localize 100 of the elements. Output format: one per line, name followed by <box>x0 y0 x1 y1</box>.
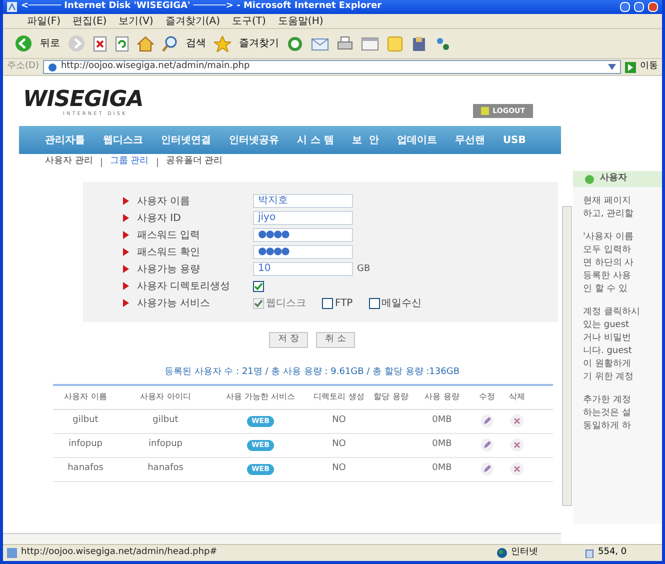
table-cell-text: hanafos <box>146 462 184 476</box>
table-cell-text: NO <box>331 462 347 476</box>
close-button[interactable] <box>648 2 658 12</box>
help-text: 있는 guest <box>583 319 630 332</box>
nav-item[interactable]: 웹디스크 <box>103 132 143 148</box>
table-cell-text: gilbut <box>152 414 180 428</box>
search-icon[interactable] <box>162 36 178 52</box>
checkbox[interactable] <box>253 280 264 292</box>
page-icon <box>7 548 17 558</box>
menu-item[interactable]: 파일(F) <box>27 14 61 28</box>
vertical-scrollbar[interactable] <box>562 206 572 506</box>
save-button[interactable]: 저 장 <box>269 332 308 348</box>
field-label: 사용자 ID <box>137 212 182 226</box>
checkbox[interactable] <box>322 298 333 308</box>
pencil-icon[interactable] <box>480 438 494 452</box>
nav-item[interactable]: 보 안 <box>352 132 379 148</box>
back-label[interactable]: 뒤로 <box>40 36 60 51</box>
go-label[interactable]: 이동 <box>640 60 658 74</box>
horizontal-scrollbar[interactable] <box>3 533 561 544</box>
field-label: 사용자 이름 <box>137 194 192 208</box>
summary-text: 등록된 사용자 수 : 21명 / 총 사용 용량 : 9.61GB / 총 할당 용량 :136GB <box>164 366 460 379</box>
menu-item[interactable]: 도움말(H) <box>278 14 324 28</box>
column-header: 삭제 <box>508 391 526 403</box>
option-label: FTP <box>335 296 353 310</box>
pencil-icon[interactable] <box>480 414 494 428</box>
dropdown-icon[interactable] <box>608 64 616 70</box>
help-text: 등록한 사용 <box>583 270 632 283</box>
network-icon[interactable] <box>435 36 451 52</box>
table-cell-text: 0MB <box>431 414 453 428</box>
pencil-icon[interactable] <box>480 462 494 476</box>
bullet-icon <box>123 231 129 239</box>
nav-item[interactable]: 무선랜 <box>454 132 485 148</box>
menu-item[interactable]: 도구(T) <box>232 14 266 28</box>
minimize-button[interactable] <box>620 2 630 12</box>
help-text: 니다. guest <box>583 345 633 358</box>
status-url: http://oojoo.wisegiga.net/admin/head.php# <box>21 546 218 560</box>
nav-item[interactable]: 인터넷연결 <box>161 132 211 148</box>
stop-icon[interactable] <box>93 36 107 52</box>
column-header: 디렉토리 생성 <box>312 391 366 403</box>
help-text: 하고, 관리할 <box>583 208 635 221</box>
nav-item[interactable]: USB <box>502 132 526 148</box>
maximize-button[interactable] <box>634 2 644 12</box>
menu-item[interactable]: 즐겨찾기(A) <box>165 14 220 28</box>
delete-icon[interactable] <box>510 462 524 476</box>
input-field[interactable]: ●●●● <box>253 245 353 259</box>
home-icon[interactable] <box>137 36 154 52</box>
help-text: 거나 비밀번 <box>583 332 632 345</box>
refresh-icon[interactable] <box>115 36 129 52</box>
address-field[interactable]: http://oojoo.wisegiga.net/admin/main.php <box>42 60 621 74</box>
help-text: '사용자 이름 <box>583 231 634 244</box>
sub-nav-link[interactable]: 그룹 관리 <box>110 155 149 169</box>
table-cell-text: hanafos <box>66 462 104 476</box>
note-icon[interactable] <box>387 36 403 52</box>
checkbox[interactable] <box>368 298 380 308</box>
table-cell-text: 0MB <box>431 462 453 476</box>
window-title: <────── Internet Disk 'WISEGIGA' ──────> - Microsoft Internet Explorer <box>21 0 382 14</box>
menu-item[interactable]: 보기(V) <box>118 14 154 28</box>
field-label: 사용가능 용량 <box>137 262 202 276</box>
field-label: 사용가능 서비스 <box>137 296 212 310</box>
input-field[interactable]: jiyo <box>253 211 353 225</box>
input-field[interactable]: 박지호 <box>253 194 353 208</box>
favorites-label[interactable]: 즐겨찾기 <box>239 36 279 51</box>
help-text: 계정 클릭하시 <box>583 306 641 319</box>
nav-item[interactable]: 시 스 템 <box>297 132 334 148</box>
bullet-icon <box>123 248 129 256</box>
delete-icon[interactable] <box>510 414 524 428</box>
delete-icon[interactable] <box>510 438 524 452</box>
star-icon[interactable] <box>214 36 231 52</box>
bullet-icon <box>123 265 129 273</box>
help-text: 현재 페이지 <box>583 195 632 208</box>
input-field[interactable]: ●●●● <box>253 228 353 242</box>
nav-item[interactable]: 인터넷공유 <box>229 132 279 148</box>
input-field[interactable]: 10 <box>253 262 353 276</box>
go-icon[interactable] <box>625 62 636 72</box>
status-count: 554, 0 <box>598 546 628 560</box>
column-header: 사용 용량 <box>424 391 460 403</box>
logo: WISEGIGA <box>23 88 144 110</box>
printer-icon[interactable] <box>337 36 353 52</box>
help-text: 동일하게 하 <box>583 420 632 433</box>
zone-label: 인터넷 <box>511 546 539 560</box>
sub-nav-link[interactable]: 사용자 관리 <box>45 155 93 169</box>
window-icon[interactable] <box>361 36 379 52</box>
search-label[interactable]: 검색 <box>186 36 206 51</box>
menu-item[interactable]: 편집(E) <box>72 14 107 28</box>
history-icon[interactable] <box>287 36 303 52</box>
nav-item[interactable]: 관리자툴 <box>45 132 85 148</box>
option-label: 웹디스크 <box>266 296 306 310</box>
address-text: http://oojoo.wisegiga.net/admin/main.php <box>60 60 250 74</box>
info-icon <box>585 174 594 184</box>
nav-item[interactable]: 업데이트 <box>396 132 437 148</box>
table-cell-text: gilbut <box>72 414 100 428</box>
help-text: 인 할 수 있 <box>583 283 629 296</box>
sub-nav-link[interactable]: 공유폴더 관리 <box>166 155 223 169</box>
field-label: 패스워드 확인 <box>137 246 202 260</box>
cancel-button[interactable]: 취 소 <box>316 332 355 348</box>
help-text: 기 위한 계정 <box>583 371 635 384</box>
column-header: 할당 용량 <box>372 391 410 403</box>
mail-icon[interactable] <box>311 36 329 52</box>
table-cell-text: 0MB <box>431 438 453 452</box>
back-icon[interactable] <box>15 35 32 52</box>
